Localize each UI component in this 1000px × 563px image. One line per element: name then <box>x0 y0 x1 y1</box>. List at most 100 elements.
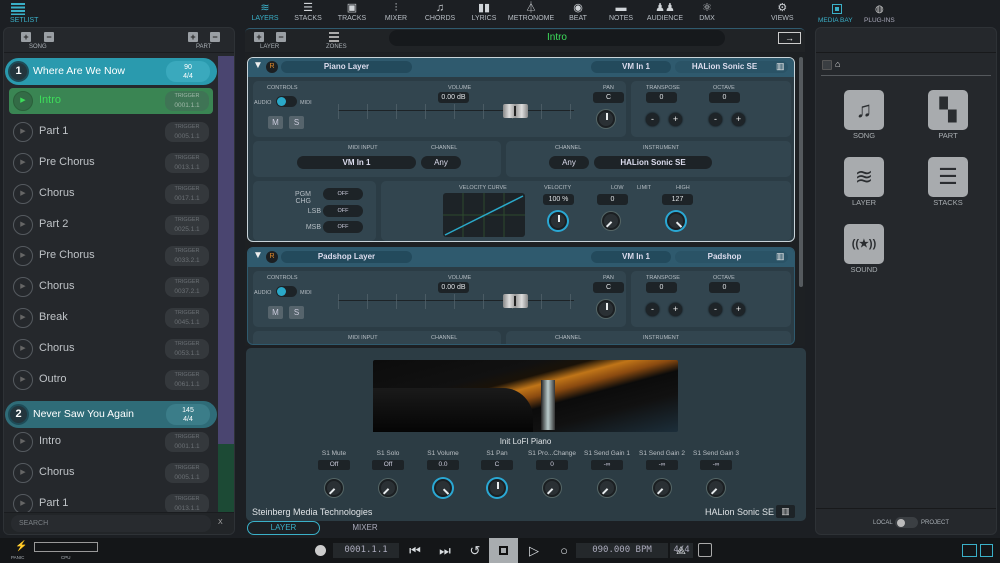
position-display[interactable]: 0001.1.1 <box>333 543 399 558</box>
part-row[interactable]: ▶ Part 1 TRIGGER 0005.1.1 <box>9 119 213 145</box>
keyboard-icon[interactable]: ▥ <box>776 251 785 262</box>
part-row[interactable]: ▶ Chorus TRIGGER 0005.1.1 <box>9 460 213 486</box>
param-knob[interactable] <box>707 479 725 497</box>
arrow-right-icon[interactable]: → <box>778 32 801 44</box>
tab-layer[interactable]: LAYER <box>247 521 320 535</box>
play-button[interactable]: ▷ <box>524 543 544 559</box>
param-value[interactable]: C <box>481 460 513 470</box>
layer-midi-input[interactable]: VM In 1 <box>591 251 671 263</box>
media-bay-item-label[interactable]: STACKS <box>918 198 978 207</box>
pan-value[interactable]: C <box>593 92 624 103</box>
layer-midi-input[interactable]: VM In 1 <box>591 61 671 73</box>
octave-plus-button[interactable]: + <box>732 303 745 316</box>
param-value[interactable]: Off <box>372 460 404 470</box>
volume-fader-handle[interactable] <box>503 294 528 308</box>
velocity-curve-graph[interactable] <box>443 193 525 237</box>
loop-button[interactable]: ↺ <box>465 543 485 559</box>
part-grid-icon[interactable]: ▚ <box>928 90 968 130</box>
layer-instrument[interactable]: Padshop <box>675 251 788 263</box>
param-knob[interactable] <box>488 479 506 497</box>
octave-value[interactable]: 0 <box>709 282 740 293</box>
play-icon[interactable]: ▶ <box>13 153 33 173</box>
param-knob[interactable] <box>598 479 616 497</box>
setlist-icon[interactable] <box>11 3 25 15</box>
panic-icon[interactable]: ⚡ <box>15 541 27 552</box>
volume-value[interactable]: 0.00 dB <box>438 282 469 293</box>
param-value[interactable]: 0 <box>536 460 568 470</box>
mute-button[interactable]: M <box>268 306 283 319</box>
param-value[interactable]: -∞ <box>646 460 678 470</box>
plug-ins-icon[interactable]: ◍ <box>875 4 884 15</box>
media-bay-item-label[interactable]: LAYER <box>834 198 894 207</box>
record-button[interactable]: ○ <box>554 543 574 559</box>
collapse-triangle-icon[interactable]: ▼ <box>253 250 263 261</box>
add-layer-button[interactable]: + <box>254 32 264 42</box>
part-row[interactable]: ▶ Chorus TRIGGER 0017.1.1 <box>9 181 213 207</box>
play-icon[interactable]: ▶ <box>13 184 33 204</box>
audio-midi-toggle[interactable] <box>276 286 297 297</box>
clock-icon[interactable] <box>315 545 326 556</box>
part-row[interactable]: ▶ Chorus TRIGGER 0037.2.1 <box>9 274 213 300</box>
octave-minus-button[interactable]: - <box>709 303 722 316</box>
record-button[interactable]: R <box>266 251 278 263</box>
play-icon[interactable]: ▶ <box>13 494 33 514</box>
instrument-select[interactable]: HALion Sonic SE <box>594 156 712 169</box>
play-icon[interactable]: ▶ <box>13 91 33 111</box>
play-icon[interactable]: ▶ <box>13 246 33 266</box>
octave-plus-button[interactable]: + <box>732 113 745 126</box>
transpose-minus-button[interactable]: - <box>646 113 659 126</box>
part-row[interactable]: ▶ Intro TRIGGER 0001.1.1 <box>9 429 213 455</box>
transpose-plus-button[interactable]: + <box>669 303 682 316</box>
tab-metronome[interactable]: ⏃ METRONOME <box>508 2 554 22</box>
remove-layer-button[interactable]: − <box>276 32 286 42</box>
volume-value[interactable]: 0.00 dB <box>438 92 469 103</box>
transpose-value[interactable]: 0 <box>646 92 677 103</box>
tab-mixer[interactable]: ⫶ MIXER <box>376 2 416 22</box>
tab-stacks[interactable]: ☰ STACKS <box>288 2 328 22</box>
home-icon[interactable]: ⌂ <box>835 59 840 69</box>
part-row[interactable]: ▶ Chorus TRIGGER 0053.1.1 <box>9 336 213 362</box>
search-input[interactable]: SEARCH <box>11 515 211 532</box>
mute-button[interactable]: M <box>268 116 283 129</box>
zones-icon[interactable] <box>329 32 339 42</box>
param-knob[interactable] <box>653 479 671 497</box>
play-icon[interactable]: ▶ <box>13 308 33 328</box>
param-knob[interactable] <box>434 479 452 497</box>
song-row[interactable]: 2 Never Saw You Again 145 4/4 <box>5 401 217 428</box>
tab-beat[interactable]: ◉ BEAT <box>558 2 598 22</box>
octave-value[interactable]: 0 <box>709 92 740 103</box>
pan-value[interactable]: C <box>593 282 624 293</box>
keyboard-icon[interactable]: ▥ <box>776 61 785 72</box>
play-icon[interactable]: ▶ <box>13 122 33 142</box>
high-limit-value[interactable]: 127 <box>662 194 693 205</box>
velocity-knob[interactable] <box>549 212 567 230</box>
metronome-icon[interactable]: ⟁ <box>671 543 691 559</box>
tab-chords[interactable]: ♫ CHORDS <box>420 2 460 22</box>
param-value[interactable]: Off <box>318 460 350 470</box>
tab-tracks[interactable]: ▣ TRACKS <box>332 2 372 22</box>
stacks-icon[interactable]: ☰ <box>928 157 968 197</box>
media-bay-item-label[interactable]: SONG <box>834 131 894 140</box>
layer-name[interactable]: Padshop Layer <box>281 251 412 263</box>
play-icon[interactable]: ▶ <box>13 215 33 235</box>
scrollbar[interactable] <box>799 57 803 287</box>
panic-button[interactable]: PANIC <box>11 555 24 560</box>
part-row[interactable]: ▶ Outro TRIGGER 0061.1.1 <box>9 367 213 393</box>
low-limit-value[interactable]: 0 <box>597 194 628 205</box>
instrument-channel-select[interactable]: Any <box>549 156 589 169</box>
song-row[interactable]: 1 Where Are We Now 90 4/4 <box>5 58 217 85</box>
tempo-display[interactable]: 090.000 BPM <box>576 543 668 558</box>
high-limit-knob[interactable] <box>667 212 685 230</box>
media-bay-item-label[interactable]: PART <box>918 131 978 140</box>
low-limit-knob[interactable] <box>602 212 620 230</box>
msb-button[interactable]: OFF <box>323 221 363 233</box>
part-row[interactable]: ▶ Pre Chorus TRIGGER 0013.1.1 <box>9 150 213 176</box>
param-knob[interactable] <box>379 479 397 497</box>
part-row[interactable]: ▶ Intro TRIGGER 0001.1.1 <box>9 88 213 114</box>
tab-audience[interactable]: ♟♟ AUDIENCE <box>645 2 685 22</box>
transpose-minus-button[interactable]: - <box>646 303 659 316</box>
music-note-icon[interactable]: ♫ <box>844 90 884 130</box>
go-to-start-button[interactable]: ⏮ <box>405 543 425 559</box>
keyboard-icon[interactable]: ▥ <box>776 505 795 518</box>
play-icon[interactable]: ▶ <box>13 370 33 390</box>
